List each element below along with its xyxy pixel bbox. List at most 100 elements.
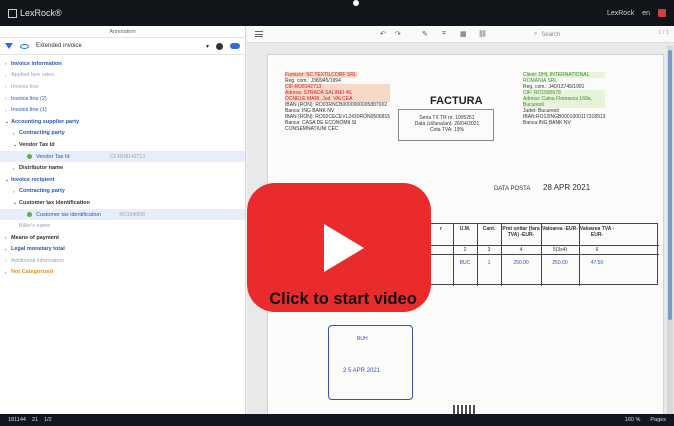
tree-item[interactable]: Customer tax identification RO15906/8 [0,208,245,221]
annotation-toolbar: Extended invoice ▾ [0,38,245,55]
supplier-block: Furnizor: SC TEXTILCORF SRL Reg. com.: J… [285,72,391,132]
eye-icon[interactable] [20,43,29,49]
filter-icon[interactable] [5,43,13,49]
document-type-value: Extended invoice [36,43,82,49]
status-bar: 181144 21 1/2 160 % Pages [0,414,674,426]
postal-stamp: BUH 2 5 APR 2021 [328,325,413,400]
annotation-tree: › Invoice information › Applied fare rates ›… [0,55,245,278]
tree-item[interactable]: › Distributor name [0,162,245,174]
invoice-meta: Seria TX TR nr. 1005251 Data (zi/luna/an… [409,115,485,133]
table-cell: 4 [519,247,523,253]
table-cell: Valoarea TVA -EUR- [579,226,615,238]
app-name: LexRock® [20,8,62,18]
tree-item-label: Customer tax identification [36,211,101,218]
tree-item-label: Invoice information [11,60,62,67]
tree-item-value: CF:RO8142713 [109,153,145,160]
viewer-toolbar: ↶ ↷ ✎ ⌗ ▦ ⛓ ⌕ Search 1 / 1 [247,26,674,43]
tree-item[interactable]: › Invoice line [0,81,245,93]
tree-item[interactable]: › Means of payment [0,232,245,244]
tree-item-label: Legal monetary total [11,246,65,253]
table-column-rule [477,224,478,286]
client-block: Client: DHL INTERNATIONAL ROMANIA SRL Re… [523,72,606,126]
tree-item[interactable]: › Legal monetary total [0,244,245,256]
pen-icon[interactable]: ✎ [422,30,428,38]
app-window: LexRock® LexRock en Annotation Extended … [0,0,674,426]
table-cell: 3 [487,247,491,253]
table-column-rule [453,224,454,286]
tree-item-label: Applied fare rates [11,72,55,79]
undo-icon[interactable]: ↶ [380,30,386,38]
crop-icon[interactable]: ⌗ [442,30,446,38]
table-cell: 47.50 [590,260,604,266]
tree-item-label: Vendor Tax Id [19,141,55,148]
redo-icon[interactable]: ↷ [395,30,401,38]
user-name[interactable]: LexRock [607,10,634,17]
status-pages: 21 [31,417,39,423]
top-right-controls: LexRock en [607,0,666,26]
page-count: 1 / 1 [658,30,669,36]
table-index-rule [429,254,659,255]
table-header-rule [429,245,659,246]
top-bar: LexRock® LexRock en [0,0,674,26]
table-cell: Cant. [482,226,496,232]
annotation-leaf-icon [27,212,32,218]
link-icon[interactable]: ⛓ [478,30,487,38]
tree-item[interactable]: Biller's name [0,220,245,232]
invoice-vat: Cota TVA: 19% [430,127,464,133]
notification-flag-icon[interactable] [658,9,666,17]
annotation-leaf-icon [27,154,32,160]
tree-item[interactable]: ⌄ Vendor Tax Id [0,139,245,151]
zoom-level[interactable]: 160 % [625,417,641,423]
menu-icon[interactable] [255,31,263,37]
document-type-select[interactable]: Extended invoice ▾ [36,41,209,52]
tree-item[interactable]: › Contracting party [0,186,245,198]
stamp-label: BUH [357,336,368,342]
table-cell: BUC [459,260,471,266]
status-pages-label: Pages [650,417,666,423]
table-column-rule [541,224,542,286]
table-cell: 250.00 [552,260,568,266]
table-cell: 250.00 [513,260,529,266]
tree-item-label: Additional information [11,257,64,264]
table-cell: Valoarea -EUR- [542,226,578,232]
supplier-bank-2b: CONSEMNATIUNI CEC [285,126,339,132]
tree-item-label: Vendor Tax Id [36,153,70,160]
search-placeholder: Search [541,31,561,38]
video-caption[interactable]: Click to start video [228,290,458,309]
tree-item[interactable]: › Applied fare rates [0,70,245,82]
viewer-scrollbar[interactable] [667,46,673,414]
gear-icon[interactable] [216,42,223,50]
table-icon[interactable]: ▦ [460,30,467,38]
tree-item-label: Biller's name [19,223,51,230]
status-id: 181144 [8,417,26,423]
tree-item-label: Not Categorized [11,269,54,276]
data-posta-value: 28 APR 2021 [543,183,591,192]
tree-item[interactable]: ⌄ Accounting supplier party [0,116,245,128]
tree-item[interactable]: › Contracting party [0,128,245,140]
search-input[interactable]: ⌕ Search [534,29,624,40]
tree-item[interactable]: › Invoice information [0,58,245,70]
tree-item-value: RO15906/8 [119,211,145,218]
invoice-title: FACTURA [430,95,483,107]
scrollbar-thumb[interactable] [668,50,672,320]
client-bank: Banca:ING BANK NV [523,120,571,126]
tree-item[interactable]: › Additional information [0,255,245,267]
tree-item[interactable]: › Not Categorized [0,267,245,279]
annotation-panel: Annotation Extended invoice ▾ › Invoice i… [0,26,246,414]
app-logo: LexRock® [8,8,62,18]
tree-item-label: Invoice line (1) [11,107,47,114]
status-right-group: 160 % Pages [625,417,666,423]
table-cell: Pret unitar (fara TVA) -EUR- [502,226,540,238]
tree-item[interactable]: Vendor Tax Id CF:RO8142713 [0,150,245,163]
logo-icon [8,8,17,18]
table-cell: 5(3x4) [552,247,568,253]
tree-item[interactable]: › Invoice line (2) [0,93,245,105]
tree-item[interactable]: ⌄ Invoice recipient [0,174,245,186]
tree-item-label: Distributor name [19,165,64,172]
tree-item[interactable]: ⌄ Customer tax identification [0,197,245,209]
language-selector[interactable]: en [642,10,650,17]
tree-item[interactable]: › Invoice line (1) [0,104,245,116]
tree-item-label: Invoice line [11,83,39,90]
tree-item-label: Invoice recipient [11,176,55,183]
toggle-icon[interactable] [230,43,240,49]
